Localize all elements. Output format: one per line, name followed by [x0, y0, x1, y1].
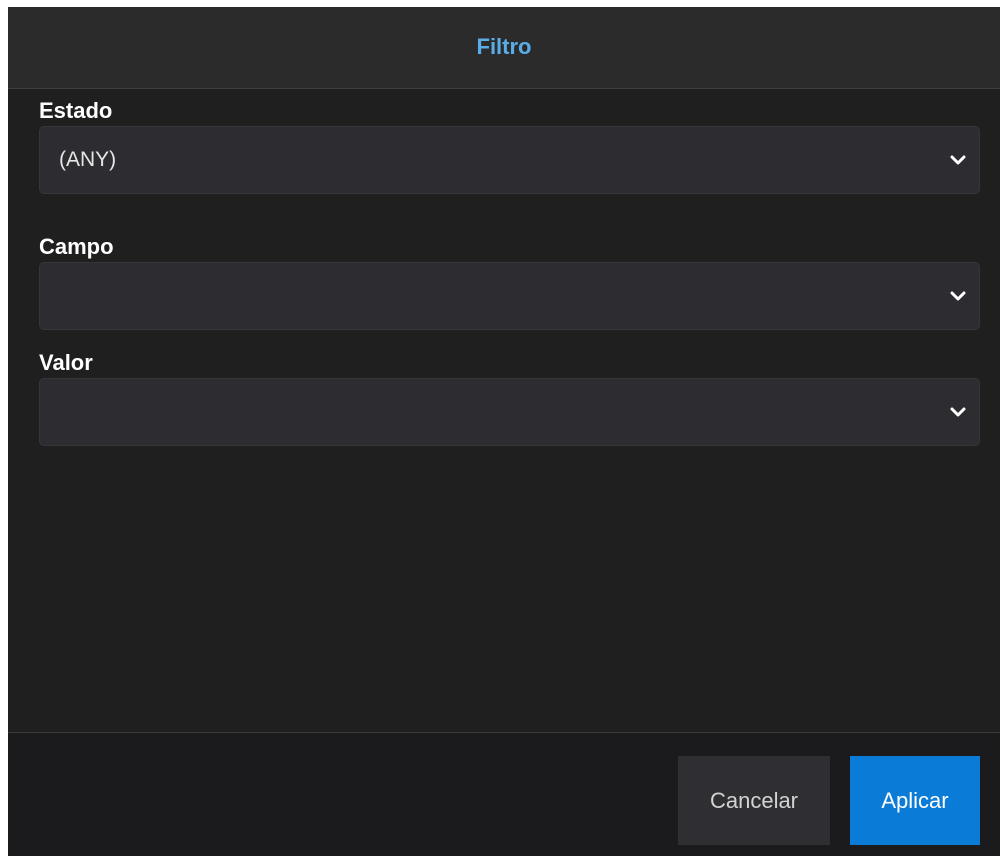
- dialog-header: Filtro: [8, 7, 1000, 89]
- apply-button[interactable]: Aplicar: [850, 756, 980, 845]
- chevron-down-icon: [950, 291, 966, 301]
- dialog-title: Filtro: [476, 33, 532, 59]
- filter-dialog: Filtro Estado (ANY) Campo Valor Cancelar…: [8, 7, 1000, 856]
- valor-select[interactable]: [39, 378, 980, 446]
- estado-label: Estado: [39, 98, 113, 123]
- cancel-button[interactable]: Cancelar: [678, 756, 830, 845]
- estado-select-value: (ANY): [59, 148, 117, 171]
- chevron-down-icon: [950, 407, 966, 417]
- valor-label: Valor: [39, 350, 93, 375]
- campo-label: Campo: [39, 234, 114, 259]
- campo-select[interactable]: [39, 262, 980, 330]
- estado-select[interactable]: (ANY): [39, 126, 980, 194]
- chevron-down-icon: [950, 155, 966, 165]
- dialog-footer: Cancelar Aplicar: [8, 732, 1000, 856]
